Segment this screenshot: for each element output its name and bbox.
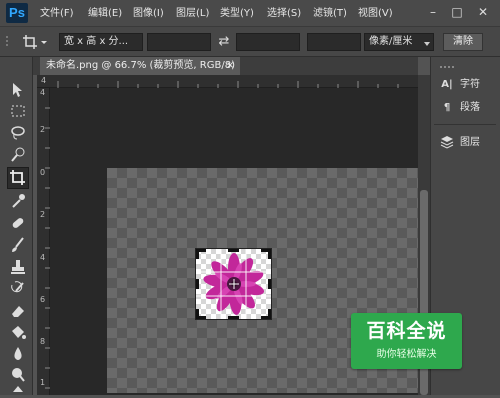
layers-icon	[440, 132, 454, 154]
horizontal-ruler	[37, 75, 418, 88]
dock-grip-icon	[440, 62, 454, 68]
ruler-v-label: 6	[40, 295, 46, 304]
clear-button[interactable]: 清除	[443, 33, 483, 51]
panel-paragraph[interactable]: ¶ 段落	[440, 97, 480, 119]
lasso-tool-icon[interactable]	[9, 124, 27, 142]
watermark-title: 百科全说	[366, 320, 447, 342]
minimize-button[interactable]: –	[424, 3, 442, 21]
watermark-subtitle: 助你轻松解决	[376, 349, 437, 360]
close-button[interactable]: ✕	[474, 3, 492, 21]
quick-select-tool-icon[interactable]	[9, 146, 27, 164]
chevron-down-icon	[424, 39, 430, 46]
healing-brush-tool-icon[interactable]	[9, 214, 27, 232]
swap-icon[interactable]: ⇄	[215, 33, 233, 51]
ruler-v-label: 2	[40, 125, 46, 134]
panel-paragraph-label: 段落	[460, 102, 480, 113]
menu-file[interactable]: 文件(F)	[40, 5, 74, 23]
menu-layer[interactable]: 图层(L)	[176, 5, 209, 23]
menu-view[interactable]: 视图(V)	[358, 5, 393, 23]
menu-edit[interactable]: 编辑(E)	[88, 5, 122, 23]
dodge-tool-icon[interactable]	[9, 366, 27, 384]
document-tab-title: 未命名.png @ 66.7% (裁剪预览, RGB/8)	[46, 60, 235, 71]
ruler-v-label: 4	[40, 253, 46, 262]
menu-filter[interactable]: 滤镜(T)	[313, 5, 347, 23]
character-icon: A|	[441, 79, 453, 90]
panel-character[interactable]: A| 字符	[440, 74, 480, 96]
stamp-tool-icon[interactable]	[9, 258, 27, 276]
maximize-button[interactable]: □	[448, 3, 466, 21]
vertical-ruler	[37, 88, 50, 395]
marquee-tool-icon[interactable]	[9, 102, 27, 120]
crop-tool-icon[interactable]	[7, 167, 29, 189]
move-tool-icon[interactable]	[9, 81, 27, 99]
document-tab[interactable]: 未命名.png @ 66.7% (裁剪预览, RGB/8) ×	[40, 57, 240, 75]
grip-icon	[5, 35, 17, 49]
menu-type[interactable]: 类型(Y)	[220, 5, 254, 23]
width-field[interactable]	[147, 33, 211, 51]
history-brush-tool-icon[interactable]	[9, 280, 27, 298]
eyedropper-tool-icon[interactable]	[9, 192, 27, 210]
crop-tool-preset-icon[interactable]	[22, 33, 50, 51]
panel-layers[interactable]: 图层	[440, 132, 480, 154]
ruler-v-label: 1	[40, 378, 46, 387]
height-field[interactable]	[236, 33, 300, 51]
ruler-h-label: 4	[41, 76, 47, 85]
pen-tool-icon[interactable]	[9, 386, 27, 395]
brush-tool-icon[interactable]	[9, 236, 27, 254]
menu-image[interactable]: 图像(I)	[133, 5, 164, 23]
close-tab-icon[interactable]: ×	[226, 57, 234, 75]
ruler-v-label: 8	[40, 337, 46, 346]
ruler-v-label: 2	[40, 210, 46, 219]
menu-select[interactable]: 选择(S)	[267, 5, 301, 23]
panel-character-label: 字符	[460, 79, 480, 90]
panel-layers-label: 图层	[460, 137, 480, 148]
blur-tool-icon[interactable]	[9, 345, 27, 363]
ruler-v-label: 0	[40, 168, 46, 177]
ratio-dropdown[interactable]: 宽 x 高 x 分...	[59, 33, 143, 51]
eraser-tool-icon[interactable]	[9, 302, 27, 320]
resolution-field[interactable]	[307, 33, 361, 51]
paragraph-icon: ¶	[443, 102, 451, 113]
paint-bucket-tool-icon[interactable]	[9, 323, 27, 341]
ruler-v-label: 4	[40, 88, 46, 97]
crop-selection[interactable]	[195, 248, 272, 320]
panel-divider	[434, 124, 496, 125]
photoshop-logo: Ps	[6, 3, 28, 23]
